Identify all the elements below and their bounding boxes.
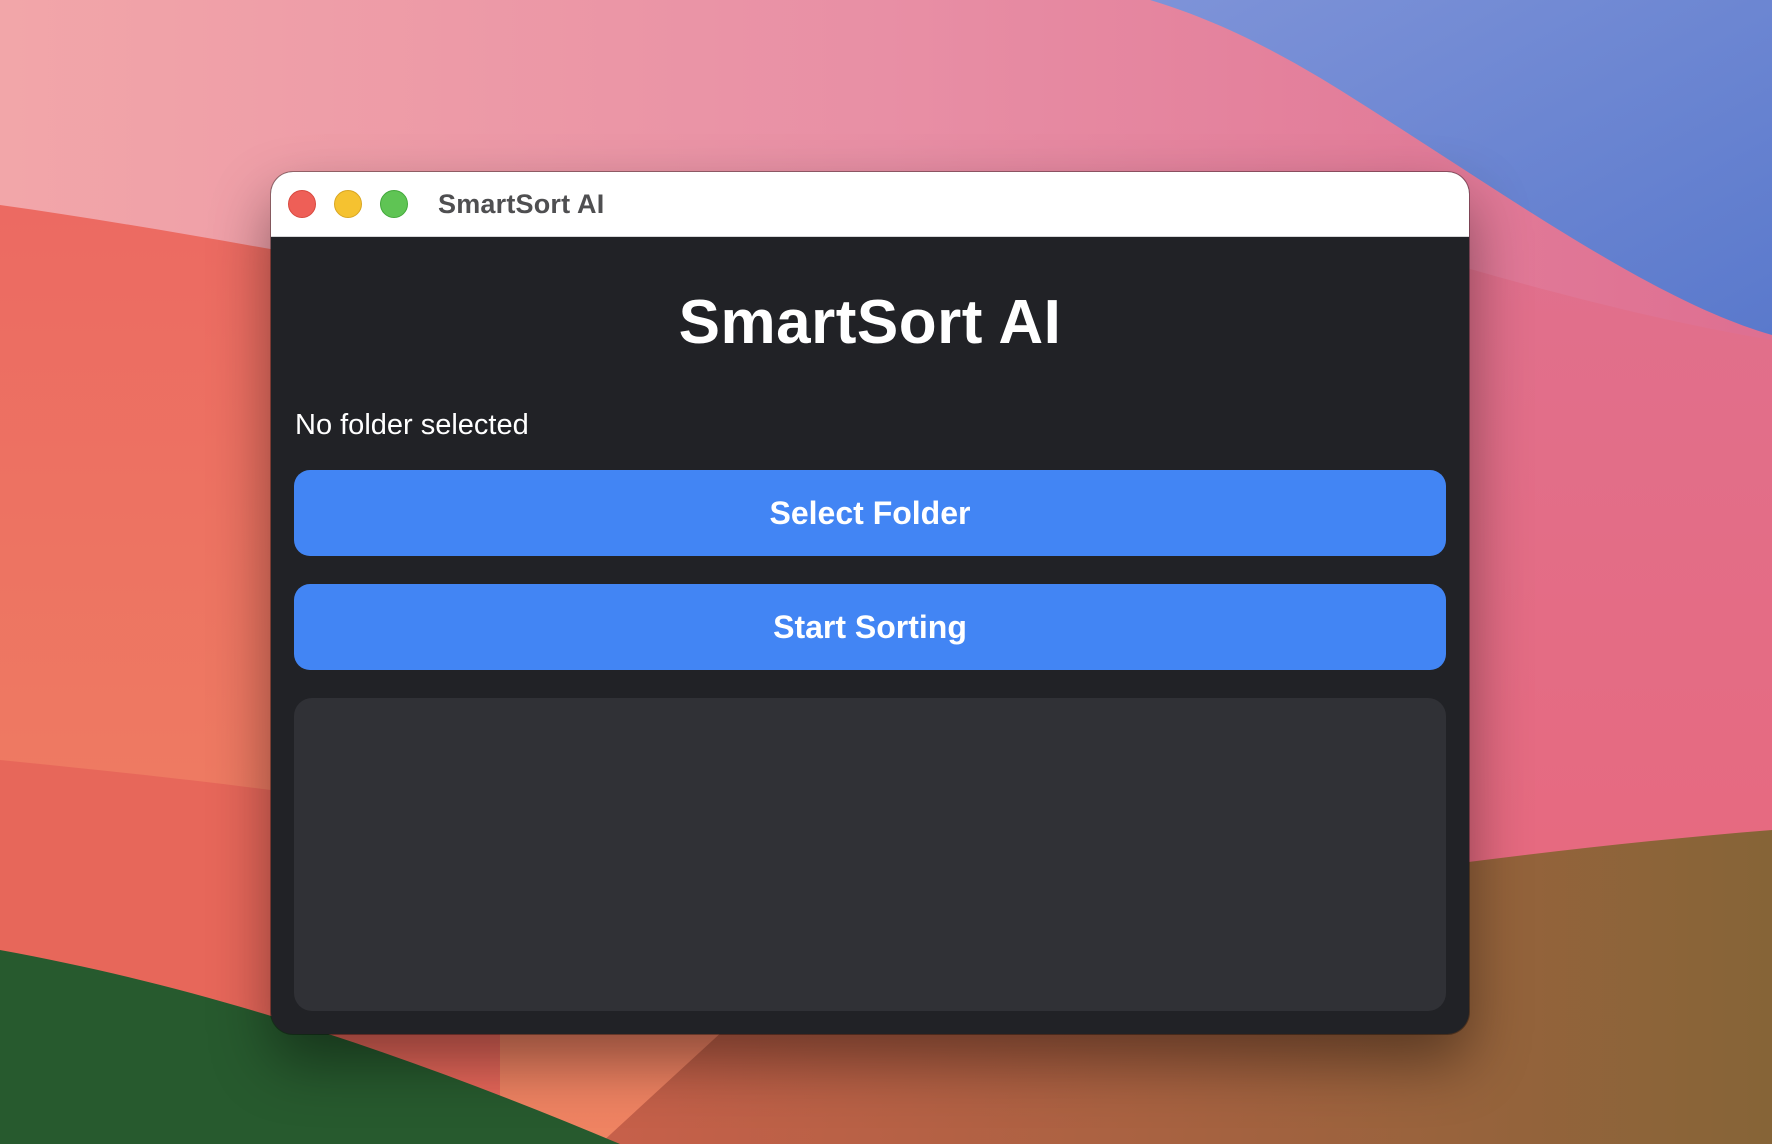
app-window: SmartSort AI SmartSort AI No folder sele…: [271, 172, 1469, 1034]
select-folder-button[interactable]: Select Folder: [294, 470, 1446, 556]
zoom-window-button[interactable]: [380, 190, 408, 218]
window-titlebar[interactable]: SmartSort AI: [271, 172, 1469, 237]
output-log-panel[interactable]: [294, 698, 1446, 1011]
window-title: SmartSort AI: [438, 189, 605, 219]
app-content: SmartSort AI No folder selected Select F…: [271, 237, 1469, 1034]
start-sorting-button[interactable]: Start Sorting: [294, 584, 1446, 670]
app-heading: SmartSort AI: [678, 288, 1062, 357]
close-window-button[interactable]: [288, 190, 316, 218]
minimize-window-button[interactable]: [334, 190, 362, 218]
folder-status-label: No folder selected: [295, 409, 529, 441]
